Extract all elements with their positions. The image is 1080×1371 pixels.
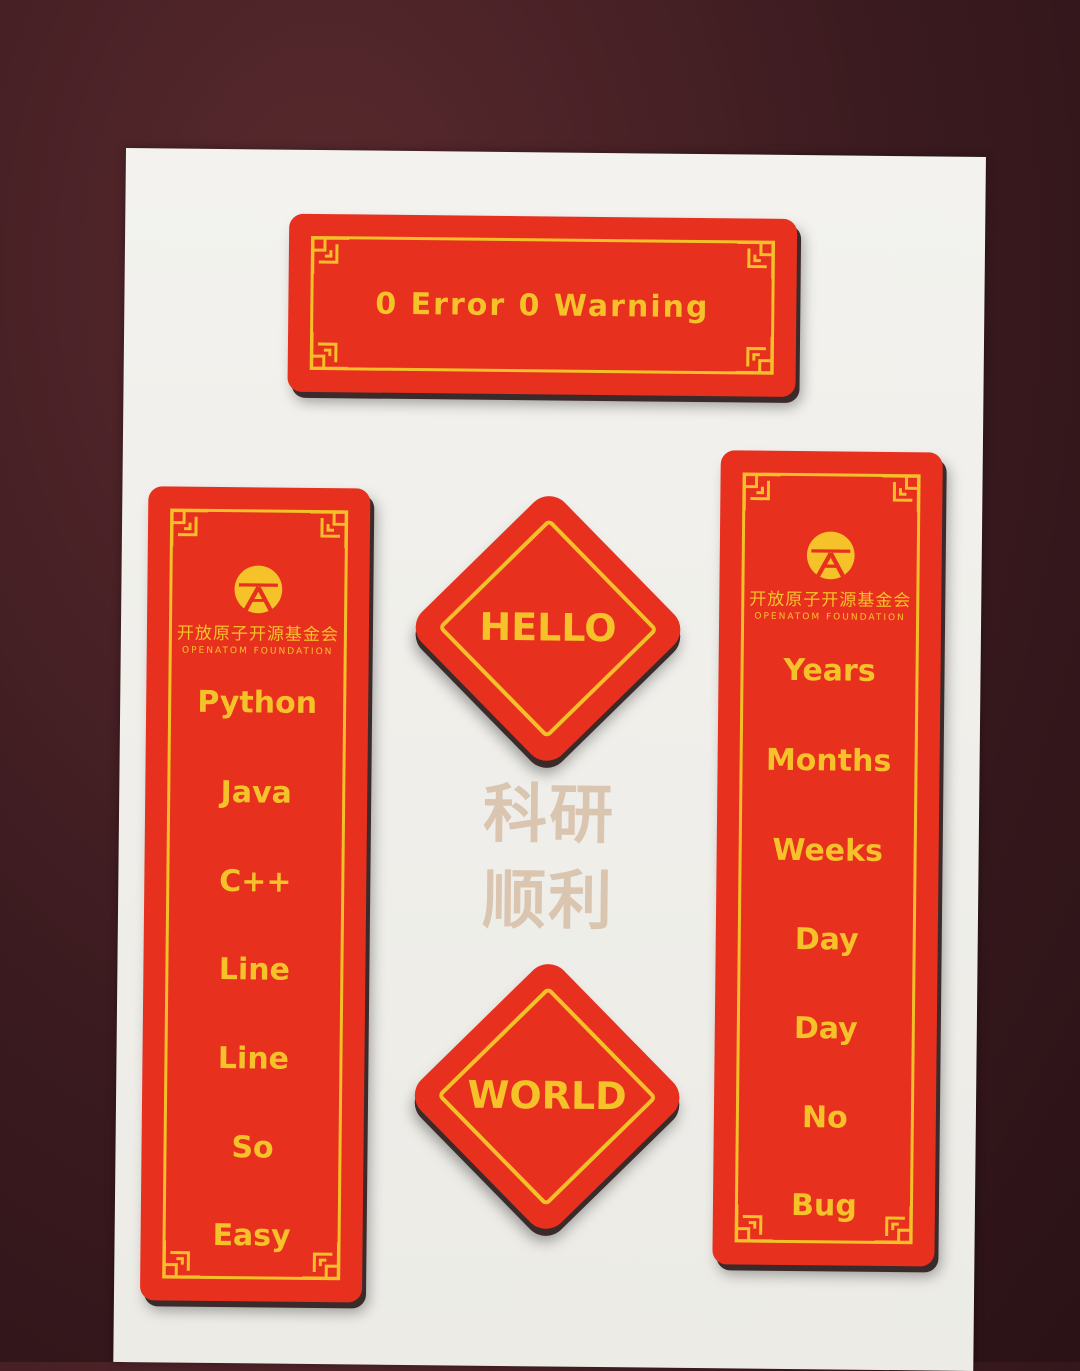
blessing-line-1: 科研	[482, 777, 616, 854]
openatom-logo-icon	[805, 529, 858, 582]
blessing-line-2: 顺利	[481, 863, 615, 940]
corner-knot-icon	[734, 334, 774, 375]
plaque-word: Months	[765, 742, 892, 780]
openatom-logo: 开放原子开源基金会 OPENATOM FOUNDATION	[719, 528, 942, 623]
corner-knot-icon	[742, 472, 783, 513]
openatom-logo: 开放原子开源基金会 OPENATOM FOUNDATION	[147, 562, 370, 657]
corner-knot-icon	[310, 330, 350, 370]
blessing-text: 科研 顺利	[482, 772, 616, 945]
logo-chinese-text: 开放原子开源基金会	[176, 623, 340, 646]
corner-knot-icon	[880, 474, 921, 514]
plaque-word: Day	[793, 1011, 858, 1047]
plaque-word: Weeks	[772, 832, 884, 869]
world-diamond-text: WORLD	[467, 1072, 627, 1119]
plaque-word: Line	[218, 952, 291, 988]
corner-knot-icon	[308, 510, 348, 550]
white-card: 0 Error 0 Warning 开放原子开源基金会 OPENATOM FOU…	[113, 148, 986, 1371]
plaque-word: Python	[197, 684, 318, 722]
right-plaque: 开放原子开源基金会 OPENATOM FOUNDATION Years Mont…	[712, 450, 943, 1267]
corner-knot-icon	[170, 509, 210, 549]
plaque-word: Java	[220, 775, 293, 811]
plaque-word: Day	[794, 922, 859, 958]
openatom-logo-icon	[232, 563, 285, 616]
left-plaque: 开放原子开源基金会 OPENATOM FOUNDATION Python Jav…	[139, 486, 371, 1303]
plaque-word: Years	[783, 652, 876, 689]
hello-diamond-text: HELLO	[479, 604, 617, 651]
plaque-word: Line	[217, 1041, 290, 1077]
top-plaque: 0 Error 0 Warning	[287, 213, 798, 398]
corner-knot-icon	[735, 240, 775, 281]
logo-chinese-text: 开放原子开源基金会	[749, 589, 912, 612]
top-plaque-text: 0 Error 0 Warning	[375, 286, 710, 326]
plaque-word: So	[231, 1130, 274, 1166]
plaque-word: Easy	[212, 1217, 291, 1254]
plaque-word: No	[801, 1100, 848, 1136]
corner-knot-icon	[311, 236, 351, 276]
plaque-word: C++	[218, 864, 292, 900]
plaque-word: Bug	[790, 1188, 857, 1224]
